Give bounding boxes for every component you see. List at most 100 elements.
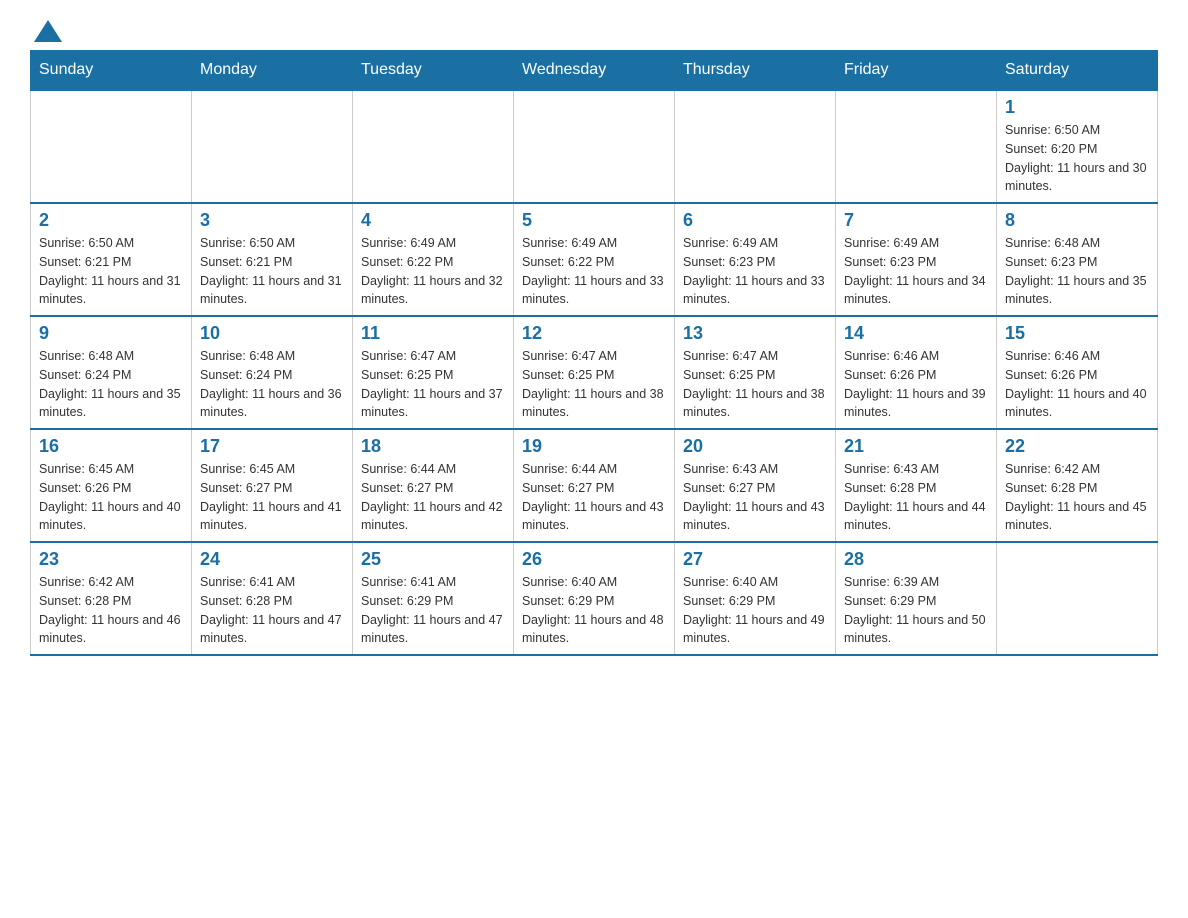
day-number: 11 [361, 323, 505, 344]
calendar-cell: 9Sunrise: 6:48 AMSunset: 6:24 PMDaylight… [31, 316, 192, 429]
weekday-header-saturday: Saturday [997, 51, 1158, 91]
calendar-cell: 17 Sunrise: 6:45 AMSunset: 6:27 PMDayligh… [192, 429, 353, 542]
week-row-4: 16 Sunrise: 6:45 AMSunset: 6:26 PMDayligh… [31, 429, 1158, 542]
day-info: Sunrise: 6:41 AMSunset: 6:29 PMDaylight:… [361, 573, 505, 648]
calendar-cell: 19 Sunrise: 6:44 AMSunset: 6:27 PMDayligh… [514, 429, 675, 542]
calendar-cell: 26 Sunrise: 6:40 AMSunset: 6:29 PMDayligh… [514, 542, 675, 655]
day-number: 19 [522, 436, 666, 457]
calendar-cell [514, 90, 675, 203]
day-number: 1 [1005, 97, 1149, 118]
day-info: Sunrise: 6:49 AMSunset: 6:23 PMDaylight:… [683, 234, 827, 309]
day-info: Sunrise: 6:47 AMSunset: 6:25 PMDaylight:… [361, 347, 505, 422]
day-number: 28 [844, 549, 988, 570]
day-number: 20 [683, 436, 827, 457]
day-info: Sunrise: 6:48 AMSunset: 6:23 PMDaylight:… [1005, 234, 1149, 309]
calendar-cell [192, 90, 353, 203]
day-number: 3 [200, 210, 344, 231]
weekday-header-thursday: Thursday [675, 51, 836, 91]
day-number: 4 [361, 210, 505, 231]
week-row-5: 23Sunrise: 6:42 AMSunset: 6:28 PMDayligh… [31, 542, 1158, 655]
day-number: 27 [683, 549, 827, 570]
calendar-cell: 16 Sunrise: 6:45 AMSunset: 6:26 PMDayligh… [31, 429, 192, 542]
logo [30, 20, 62, 40]
day-info: Sunrise: 6:45 AMSunset: 6:26 PMDaylight:… [39, 460, 183, 535]
day-number: 18 [361, 436, 505, 457]
day-number: 6 [683, 210, 827, 231]
day-info: Sunrise: 6:44 AMSunset: 6:27 PMDaylight:… [361, 460, 505, 535]
logo-triangle-icon [34, 20, 62, 42]
calendar-cell: 20 Sunrise: 6:43 AMSunset: 6:27 PMDayligh… [675, 429, 836, 542]
day-info: Sunrise: 6:42 AMSunset: 6:28 PMDaylight:… [1005, 460, 1149, 535]
day-info: Sunrise: 6:41 AMSunset: 6:28 PMDaylight:… [200, 573, 344, 648]
day-number: 13 [683, 323, 827, 344]
calendar-cell: 15Sunrise: 6:46 AMSunset: 6:26 PMDayligh… [997, 316, 1158, 429]
calendar-cell [31, 90, 192, 203]
weekday-header-friday: Friday [836, 51, 997, 91]
week-row-3: 9 Sunrise: 6:48 AMSunset: 6:24 PMDaylight… [31, 316, 1158, 429]
calendar-cell: 2Sunrise: 6:50 AMSunset: 6:21 PMDaylight… [31, 203, 192, 316]
calendar-cell: 23Sunrise: 6:42 AMSunset: 6:28 PMDayligh… [31, 542, 192, 655]
day-info: Sunrise: 6:50 AMSunset: 6:21 PMDaylight:… [39, 234, 183, 309]
day-info: Sunrise: 6:48 AMSunset: 6:24 PMDaylight:… [200, 347, 344, 422]
calendar-cell: 27 Sunrise: 6:40 AMSunset: 6:29 PMDayligh… [675, 542, 836, 655]
day-number: 5 [522, 210, 666, 231]
calendar-cell: 12Sunrise: 6:47 AMSunset: 6:25 PMDayligh… [514, 316, 675, 429]
day-info: Sunrise: 6:50 AMSunset: 6:21 PMDaylight:… [200, 234, 344, 309]
day-info: Sunrise: 6:42 AMSunset: 6:28 PMDaylight:… [39, 573, 183, 648]
calendar-table: SundayMondayTuesdayWednesdayThursdayFrid… [30, 50, 1158, 656]
day-number: 10 [200, 323, 344, 344]
calendar-cell [997, 542, 1158, 655]
calendar-cell [836, 90, 997, 203]
week-row-2: 2Sunrise: 6:50 AMSunset: 6:21 PMDaylight… [31, 203, 1158, 316]
day-number: 16 [39, 436, 183, 457]
day-info: Sunrise: 6:43 AMSunset: 6:28 PMDaylight:… [844, 460, 988, 535]
calendar-cell: 8 Sunrise: 6:48 AMSunset: 6:23 PMDaylight… [997, 203, 1158, 316]
calendar-cell: 28 Sunrise: 6:39 AMSunset: 6:29 PMDayligh… [836, 542, 997, 655]
day-info: Sunrise: 6:47 AMSunset: 6:25 PMDaylight:… [683, 347, 827, 422]
calendar-cell: 3 Sunrise: 6:50 AMSunset: 6:21 PMDaylight… [192, 203, 353, 316]
day-number: 7 [844, 210, 988, 231]
day-number: 15 [1005, 323, 1149, 344]
weekday-header-wednesday: Wednesday [514, 51, 675, 91]
day-number: 8 [1005, 210, 1149, 231]
calendar-cell: 11 Sunrise: 6:47 AMSunset: 6:25 PMDayligh… [353, 316, 514, 429]
day-number: 26 [522, 549, 666, 570]
calendar-cell: 14 Sunrise: 6:46 AMSunset: 6:26 PMDayligh… [836, 316, 997, 429]
day-number: 14 [844, 323, 988, 344]
calendar-cell: 7 Sunrise: 6:49 AMSunset: 6:23 PMDaylight… [836, 203, 997, 316]
calendar-cell [353, 90, 514, 203]
calendar-cell: 10 Sunrise: 6:48 AMSunset: 6:24 PMDayligh… [192, 316, 353, 429]
calendar-cell: 21Sunrise: 6:43 AMSunset: 6:28 PMDayligh… [836, 429, 997, 542]
day-info: Sunrise: 6:47 AMSunset: 6:25 PMDaylight:… [522, 347, 666, 422]
calendar-cell: 1 Sunrise: 6:50 AMSunset: 6:20 PMDaylight… [997, 90, 1158, 203]
day-info: Sunrise: 6:40 AMSunset: 6:29 PMDaylight:… [683, 573, 827, 648]
weekday-header-tuesday: Tuesday [353, 51, 514, 91]
day-info: Sunrise: 6:39 AMSunset: 6:29 PMDaylight:… [844, 573, 988, 648]
calendar-cell: 22 Sunrise: 6:42 AMSunset: 6:28 PMDayligh… [997, 429, 1158, 542]
day-info: Sunrise: 6:45 AMSunset: 6:27 PMDaylight:… [200, 460, 344, 535]
day-number: 24 [200, 549, 344, 570]
week-row-1: 1 Sunrise: 6:50 AMSunset: 6:20 PMDaylight… [31, 90, 1158, 203]
day-info: Sunrise: 6:40 AMSunset: 6:29 PMDaylight:… [522, 573, 666, 648]
day-number: 25 [361, 549, 505, 570]
day-info: Sunrise: 6:49 AMSunset: 6:23 PMDaylight:… [844, 234, 988, 309]
calendar-cell: 13 Sunrise: 6:47 AMSunset: 6:25 PMDayligh… [675, 316, 836, 429]
day-info: Sunrise: 6:46 AMSunset: 6:26 PMDaylight:… [844, 347, 988, 422]
day-info: Sunrise: 6:43 AMSunset: 6:27 PMDaylight:… [683, 460, 827, 535]
calendar-cell: 25 Sunrise: 6:41 AMSunset: 6:29 PMDayligh… [353, 542, 514, 655]
weekday-header-sunday: Sunday [31, 51, 192, 91]
day-info: Sunrise: 6:49 AMSunset: 6:22 PMDaylight:… [522, 234, 666, 309]
day-number: 22 [1005, 436, 1149, 457]
day-info: Sunrise: 6:50 AMSunset: 6:20 PMDaylight:… [1005, 121, 1149, 196]
day-number: 17 [200, 436, 344, 457]
calendar-cell: 5 Sunrise: 6:49 AMSunset: 6:22 PMDaylight… [514, 203, 675, 316]
day-number: 9 [39, 323, 183, 344]
calendar-cell: 6 Sunrise: 6:49 AMSunset: 6:23 PMDaylight… [675, 203, 836, 316]
calendar-cell: 4 Sunrise: 6:49 AMSunset: 6:22 PMDaylight… [353, 203, 514, 316]
calendar-cell: 24 Sunrise: 6:41 AMSunset: 6:28 PMDayligh… [192, 542, 353, 655]
page-header [30, 20, 1158, 40]
calendar-cell: 18 Sunrise: 6:44 AMSunset: 6:27 PMDayligh… [353, 429, 514, 542]
day-info: Sunrise: 6:49 AMSunset: 6:22 PMDaylight:… [361, 234, 505, 309]
weekday-header-monday: Monday [192, 51, 353, 91]
day-info: Sunrise: 6:44 AMSunset: 6:27 PMDaylight:… [522, 460, 666, 535]
